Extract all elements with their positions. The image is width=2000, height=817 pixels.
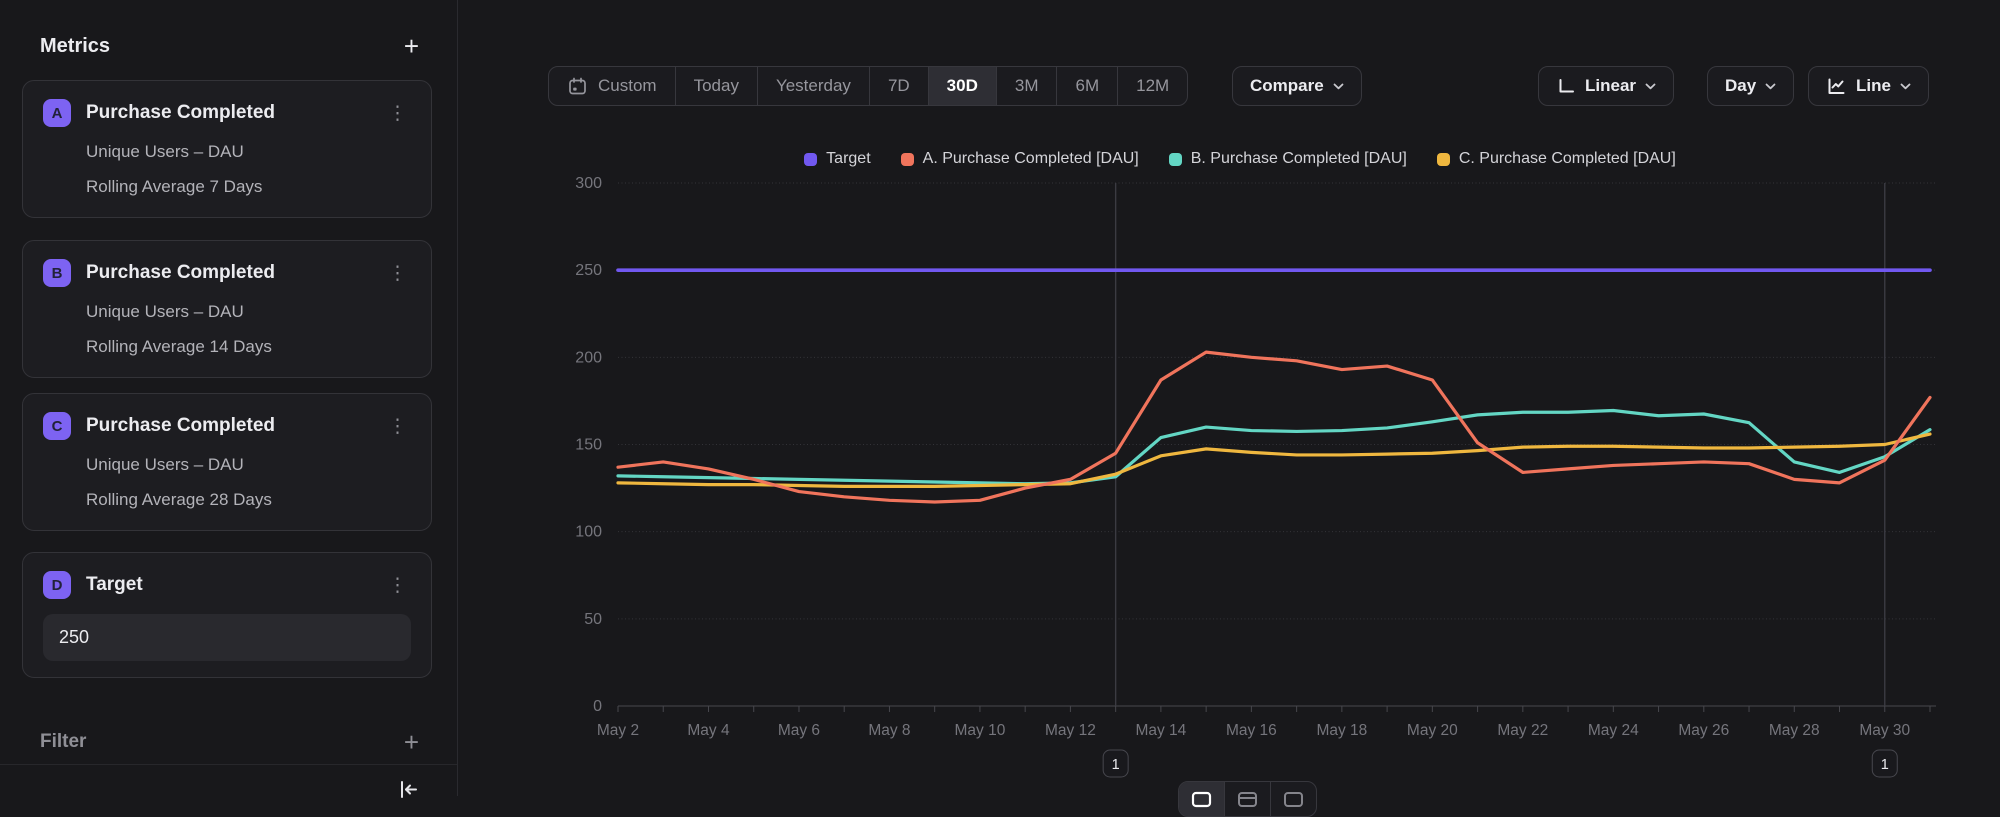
metric-window: Rolling Average 28 Days	[86, 490, 411, 510]
x-axis-label: May 24	[1588, 722, 1639, 739]
x-axis-label: May 10	[955, 722, 1006, 739]
x-axis-label: May 22	[1497, 722, 1548, 739]
y-axis-label: 0	[593, 698, 602, 715]
metrics-sidebar: Metrics + A Purchase Completed ⋮ Unique …	[0, 0, 458, 796]
x-axis-label: May 18	[1316, 722, 1367, 739]
x-axis-label: May 30	[1859, 722, 1910, 739]
chart-plot[interactable]: 0 50 100 150 200 250 300 May 2 May 4 May 6 May 8 Ma…	[540, 130, 2000, 796]
chevron-down-icon	[1900, 83, 1911, 90]
range-30d[interactable]: 30D	[929, 67, 997, 105]
chevron-down-icon	[1645, 83, 1656, 90]
filter-section-title: Filter	[40, 731, 86, 753]
interval-button[interactable]: Day	[1707, 66, 1794, 106]
axis-scale-icon	[1556, 76, 1576, 96]
scale-button[interactable]: Linear	[1538, 66, 1674, 106]
range-today[interactable]: Today	[676, 67, 758, 105]
x-axis-label: May 26	[1678, 722, 1729, 739]
metric-measure: Unique Users – DAU	[86, 302, 411, 322]
chevron-down-icon	[1333, 83, 1344, 90]
annotation-badge-label: 1	[1112, 757, 1120, 773]
y-axis-label: 100	[575, 524, 602, 541]
x-axis-label: May 14	[1135, 722, 1186, 739]
x-axis-label: May 6	[778, 722, 820, 739]
view-toggle-control	[1178, 781, 1317, 817]
metric-title: Purchase Completed	[86, 262, 369, 284]
x-axis-label: May 20	[1407, 722, 1458, 739]
x-axis-label: May 12	[1045, 722, 1096, 739]
x-axis-label: May 2	[597, 722, 639, 739]
range-label: Custom	[598, 76, 657, 96]
chart-type-button[interactable]: Line	[1808, 66, 1929, 106]
range-7d[interactable]: 7D	[870, 67, 929, 105]
metric-title: Purchase Completed	[86, 415, 369, 437]
x-axis-label: May 28	[1769, 722, 1820, 739]
chart-view-icon[interactable]	[1179, 782, 1225, 816]
add-filter-button[interactable]: +	[404, 731, 419, 753]
metric-badge-a: A	[43, 99, 71, 127]
compare-button[interactable]: Compare	[1232, 66, 1362, 106]
compare-label: Compare	[1250, 76, 1324, 96]
range-3m[interactable]: 3M	[997, 67, 1058, 105]
annotation-badge-label: 1	[1881, 757, 1889, 773]
y-axis-label: 50	[584, 611, 602, 628]
metric-title: Target	[86, 574, 369, 596]
kebab-menu-icon[interactable]: ⋮	[384, 574, 411, 597]
metric-measure: Unique Users – DAU	[86, 142, 411, 162]
split-view-icon[interactable]	[1271, 782, 1316, 816]
kebab-menu-icon[interactable]: ⋮	[384, 102, 411, 125]
target-card[interactable]: D Target ⋮ 250	[22, 552, 432, 678]
metric-window: Rolling Average 14 Days	[86, 337, 411, 357]
metric-badge-c: C	[43, 412, 71, 440]
metrics-panel-title: Metrics	[40, 35, 110, 58]
y-axis-label: 250	[575, 262, 602, 279]
line-chart-icon	[1826, 76, 1847, 97]
range-6m[interactable]: 6M	[1057, 67, 1118, 105]
metric-card-b[interactable]: B Purchase Completed ⋮ Unique Users – DA…	[22, 240, 432, 378]
x-axis-label: May 4	[687, 722, 730, 739]
scale-label: Linear	[1585, 76, 1636, 96]
metric-title: Purchase Completed	[86, 102, 369, 124]
x-axis-label: May 8	[868, 722, 910, 739]
table-view-icon[interactable]	[1225, 782, 1271, 816]
metric-badge-b: B	[43, 259, 71, 287]
y-axis-label: 200	[575, 349, 602, 366]
date-range-control: Custom Today Yesterday 7D 30D 3M 6M 12M	[548, 66, 1188, 106]
target-value-input[interactable]: 250	[43, 614, 411, 661]
metric-measure: Unique Users – DAU	[86, 455, 411, 475]
sidebar-divider	[0, 764, 457, 765]
x-axis-label: May 16	[1226, 722, 1277, 739]
chevron-down-icon	[1765, 83, 1776, 90]
metric-card-c[interactable]: C Purchase Completed ⋮ Unique Users – DA…	[22, 393, 432, 531]
metric-window: Rolling Average 7 Days	[86, 177, 411, 197]
calendar-icon	[567, 76, 588, 97]
range-custom[interactable]: Custom	[549, 67, 676, 105]
metric-card-a[interactable]: A Purchase Completed ⋮ Unique Users – DA…	[22, 80, 432, 218]
chart-type-label: Line	[1856, 76, 1891, 96]
range-yesterday[interactable]: Yesterday	[758, 67, 870, 105]
kebab-menu-icon[interactable]: ⋮	[384, 262, 411, 285]
collapse-sidebar-icon[interactable]	[397, 778, 421, 807]
y-axis-label: 150	[575, 437, 602, 454]
range-12m[interactable]: 12M	[1118, 67, 1187, 105]
interval-label: Day	[1725, 76, 1756, 96]
y-axis-label: 300	[575, 175, 602, 192]
add-metric-button[interactable]: +	[404, 35, 419, 57]
kebab-menu-icon[interactable]: ⋮	[384, 415, 411, 438]
metric-badge-d: D	[43, 571, 71, 599]
